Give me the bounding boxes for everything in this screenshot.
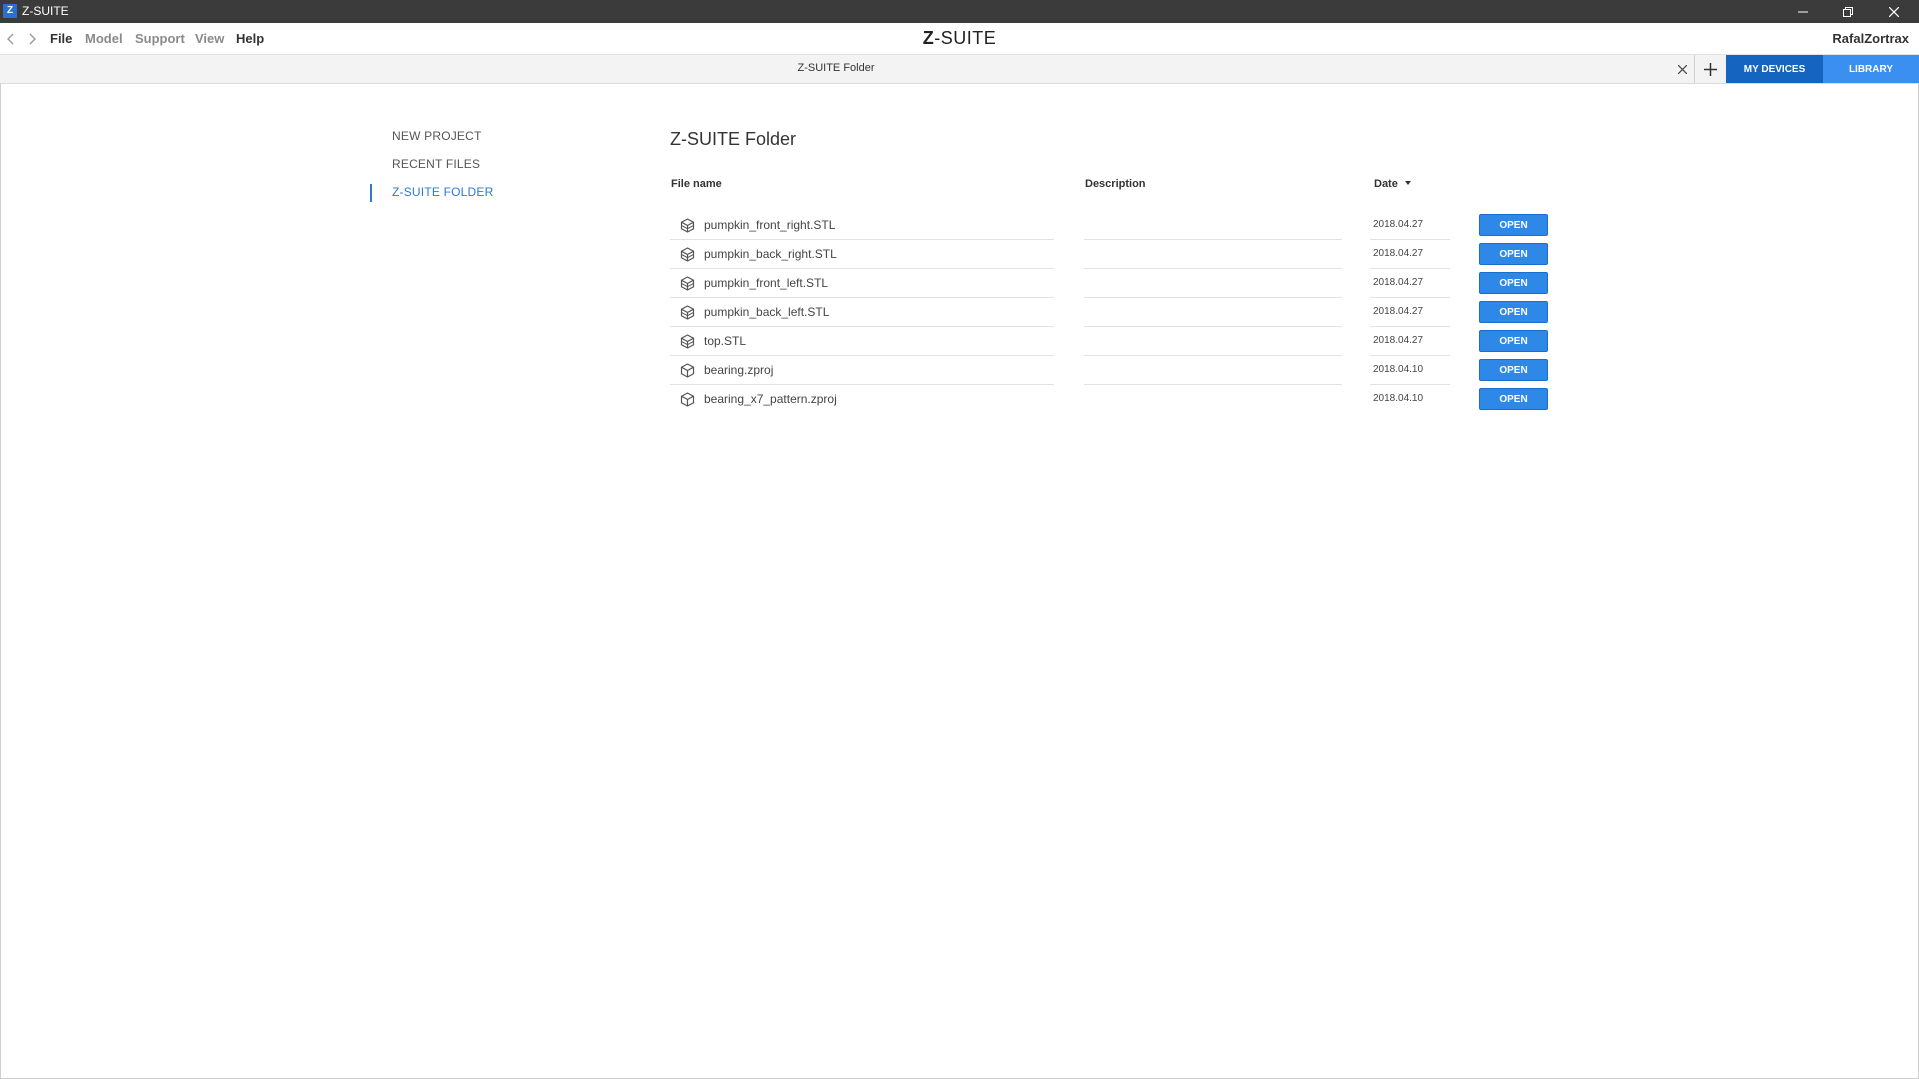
file-name[interactable]: bearing_x7_pattern.zproj [704,392,837,406]
nav-new-project[interactable]: NEW PROJECT [392,129,482,143]
close-icon [1889,6,1899,17]
close-icon [1678,64,1687,74]
window-border-left [0,83,1,1079]
open-button[interactable]: OPEN [1479,214,1548,236]
tab-close-button[interactable] [1672,55,1693,83]
forward-arrow-icon[interactable] [26,32,38,46]
open-button[interactable]: OPEN [1479,301,1548,323]
nav-z-suite-folder[interactable]: Z-SUITE FOLDER [392,185,493,199]
column-header-file-name[interactable]: File name [671,178,722,190]
stl-model-icon [680,247,695,262]
file-date: 2018.04.27 [1373,219,1424,230]
back-arrow-icon[interactable] [5,32,17,46]
restore-icon [1843,6,1853,17]
menu-view[interactable]: View [195,31,224,46]
file-name[interactable]: pumpkin_front_left.STL [704,276,828,290]
close-window-button[interactable] [1872,0,1916,23]
page-title: Z-SUITE Folder [670,129,797,149]
file-date: 2018.04.27 [1373,335,1424,346]
file-date: 2018.04.10 [1373,364,1424,375]
app-logo-icon: Z [3,4,17,18]
file-date: 2018.04.27 [1373,277,1424,288]
menu-bar: File Model Support View Help Z-SUITE Raf… [0,23,1919,55]
file-name[interactable]: bearing.zproj [704,363,773,377]
menu-help[interactable]: Help [236,31,264,46]
open-button[interactable]: OPEN [1479,243,1548,265]
stl-model-icon [680,218,695,233]
description-field[interactable] [1084,413,1342,414]
file-date: 2018.04.27 [1373,306,1424,317]
table-row: pumpkin_front_right.STL 2018.04.27 OPEN [670,211,1550,240]
title-bar: Z Z-SUITE [0,0,1919,23]
column-header-description[interactable]: Description [1085,178,1146,190]
nav-recent-files[interactable]: RECENT FILES [392,157,480,171]
stl-model-icon [680,334,695,349]
menu-model[interactable]: Model [85,31,123,46]
menu-file[interactable]: File [50,31,72,46]
open-button[interactable]: OPEN [1479,330,1548,352]
library-button[interactable]: LIBRARY [1823,55,1919,83]
open-button[interactable]: OPEN [1479,272,1548,294]
project-file-icon [680,363,695,378]
my-devices-button[interactable]: MY DEVICES [1726,55,1823,83]
window-title: Z-SUITE [22,4,69,18]
file-date: 2018.04.27 [1373,248,1424,259]
file-name[interactable]: pumpkin_front_right.STL [704,218,835,232]
brand-logo: Z-SUITE [0,28,1919,49]
project-file-icon [680,392,695,407]
table-row: pumpkin_back_left.STL 2018.04.27 OPEN [670,298,1550,327]
file-date: 2018.04.10 [1373,393,1424,404]
table-row: pumpkin_front_left.STL 2018.04.27 OPEN [670,269,1550,298]
table-row: pumpkin_back_right.STL 2018.04.27 OPEN [670,240,1550,269]
open-button[interactable]: OPEN [1479,359,1548,381]
table-row: bearing.zproj 2018.04.10 OPEN [670,356,1550,385]
stl-model-icon [680,276,695,291]
file-name[interactable]: pumpkin_back_right.STL [704,247,837,261]
sort-descending-icon[interactable] [1404,181,1411,186]
table-row: bearing_x7_pattern.zproj 2018.04.10 OPEN [670,385,1550,414]
restore-button[interactable] [1826,0,1870,23]
user-name[interactable]: RafalZortrax [1832,31,1909,46]
column-header-date-label: Date [1374,178,1398,190]
nav-active-indicator [370,184,372,202]
tab-bar: Z-SUITE Folder MY DEVICES LIBRARY [0,55,1919,84]
stl-model-icon [680,305,695,320]
file-name[interactable]: top.STL [704,334,746,348]
table-row: top.STL 2018.04.27 OPEN [670,327,1550,356]
open-button[interactable]: OPEN [1479,388,1548,410]
brand-suffix: -SUITE [934,28,997,48]
file-name[interactable]: pumpkin_back_left.STL [704,305,829,319]
brand-prefix: Z [922,28,935,48]
column-header-date[interactable]: Date [1374,178,1411,190]
menu-support[interactable]: Support [135,31,185,46]
plus-icon [1704,62,1717,76]
minimize-button[interactable] [1781,0,1825,23]
minimize-icon [1798,11,1808,12]
add-tab-button[interactable] [1694,55,1726,83]
tab-title[interactable]: Z-SUITE Folder [0,62,1672,74]
